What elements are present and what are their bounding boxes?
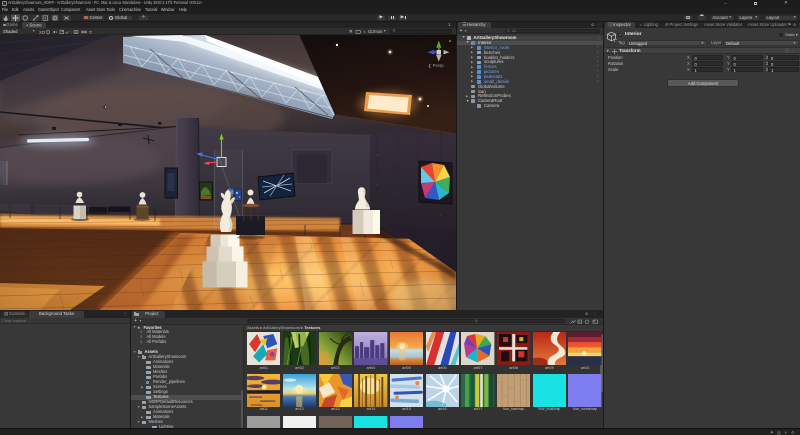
svg-text:2D: 2D bbox=[39, 29, 46, 34]
